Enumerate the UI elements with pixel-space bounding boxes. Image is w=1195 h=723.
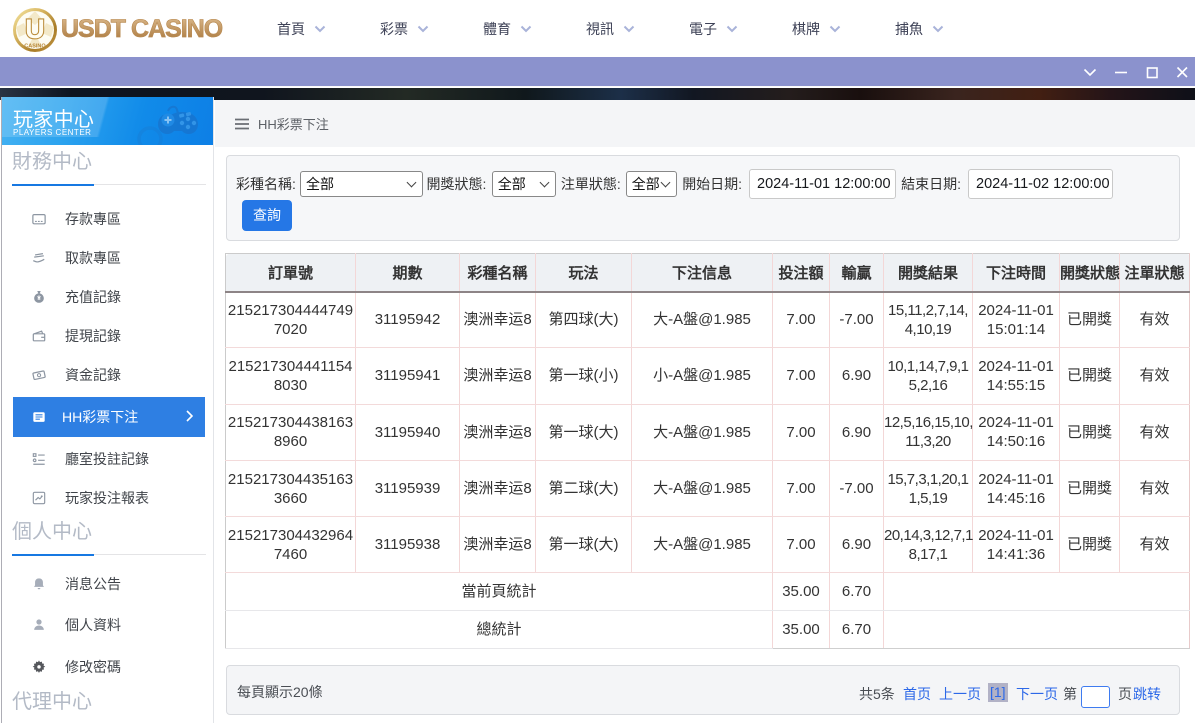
svg-text:CASINO: CASINO [24, 44, 46, 50]
svg-text:U: U [25, 14, 45, 44]
